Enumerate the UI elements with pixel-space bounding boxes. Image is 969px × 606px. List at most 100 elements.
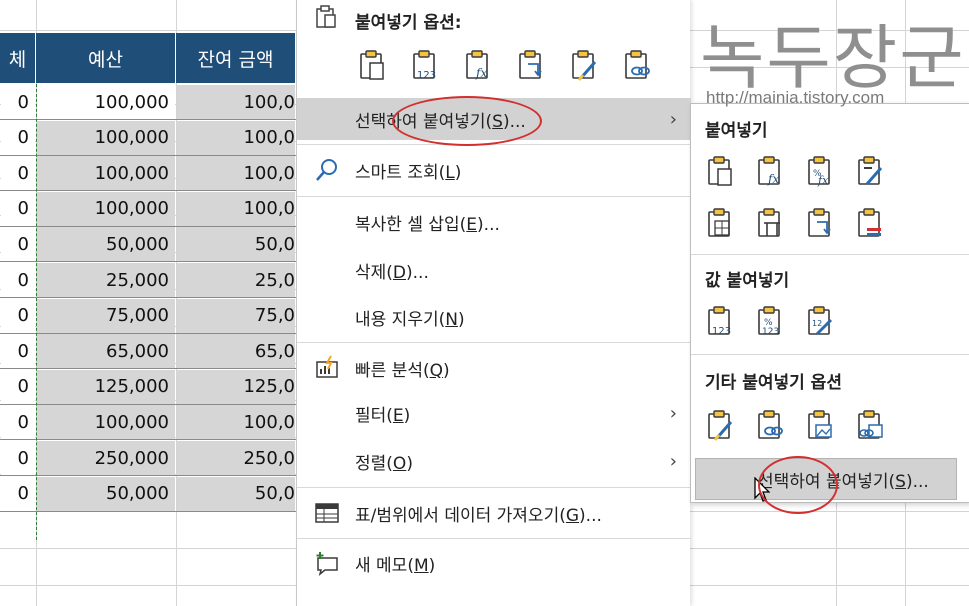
- column-header[interactable]: 체: [0, 33, 36, 83]
- paste-linked-picture-icon[interactable]: [853, 408, 887, 442]
- paste-icon[interactable]: [355, 48, 389, 82]
- cell-budget[interactable]: 75,000: [37, 298, 175, 333]
- cell-remaining[interactable]: 125,0: [177, 369, 295, 404]
- paste-no-borders-icon[interactable]: [703, 206, 737, 240]
- paste-picture-icon[interactable]: [803, 408, 837, 442]
- paste-merge-format-icon[interactable]: [853, 206, 887, 240]
- cell-budget[interactable]: 100,000: [37, 405, 175, 440]
- column-header[interactable]: 잔여 금액: [176, 33, 296, 83]
- cell-remaining[interactable]: 100,0: [177, 191, 295, 226]
- submenu-paste-row-1: fx% fx: [703, 154, 887, 188]
- paste-transpose-icon[interactable]: [514, 48, 548, 82]
- cell-remaining[interactable]: 65,0: [177, 334, 295, 369]
- paste-link-icon[interactable]: [753, 408, 787, 442]
- cell-col-a[interactable]: 0: [1, 85, 35, 119]
- cell-col-a[interactable]: 0: [1, 227, 35, 262]
- menu-item[interactable]: 새 메모(M): [297, 542, 691, 584]
- submenu-other-row: [703, 408, 887, 442]
- submenu-paste-row-2: [703, 206, 887, 240]
- svg-text:12: 12: [812, 319, 822, 328]
- menu-item-label: 복사한 셀 삽입(E)...: [355, 214, 500, 235]
- paste-icon[interactable]: [703, 154, 737, 188]
- cell-budget[interactable]: 50,000: [37, 227, 175, 262]
- svg-text:123: 123: [417, 70, 436, 81]
- submenu-other-title: 기타 붙여넣기 옵션: [705, 373, 842, 393]
- paste-link-icon[interactable]: [620, 48, 654, 82]
- paste-formatting-icon[interactable]: [567, 48, 601, 82]
- menu-item-label: 스마트 조회(L): [355, 162, 462, 183]
- cell-remaining[interactable]: 100,0: [177, 405, 295, 440]
- menu-item[interactable]: 내용 지우기(N): [297, 296, 691, 338]
- cell-col-a[interactable]: 0: [1, 156, 35, 191]
- cell-budget[interactable]: 65,000: [37, 334, 175, 369]
- cell-remaining[interactable]: 100,0: [177, 156, 295, 191]
- paste-values-source-format-icon[interactable]: 12: [803, 304, 837, 338]
- cell-col-a[interactable]: 0: [1, 441, 35, 475]
- paste-values-icon[interactable]: 123: [408, 48, 442, 82]
- cell-col-a[interactable]: 0: [1, 191, 35, 226]
- paste-formulas-number-format-icon[interactable]: % fx: [803, 154, 837, 188]
- menu-item[interactable]: 정렬(O) ›: [297, 440, 691, 482]
- menu-separator: [297, 196, 691, 197]
- menu-item-label: 빠른 분석(Q): [355, 360, 450, 381]
- submenu-separator: [691, 254, 969, 255]
- submenu-values-title: 값 붙여넣기: [705, 271, 790, 291]
- context-menu: 붙여넣기 옵션: 123 fx 선택하여 붙여넣기(S)... › 스마트 조회(L)…: [296, 0, 691, 606]
- menu-item-label: 새 메모(M): [355, 555, 436, 576]
- menu-item-label: 정렬(O): [355, 453, 413, 474]
- cell-remaining[interactable]: 100,0: [177, 85, 295, 119]
- paste-keep-column-width-icon[interactable]: [753, 206, 787, 240]
- menu-item-label: 필터(E): [355, 405, 411, 426]
- paste-options-icon: [313, 4, 339, 30]
- menu-item[interactable]: 필터(E) ›: [297, 392, 691, 434]
- cell-remaining[interactable]: 25,0: [177, 263, 295, 297]
- cell-budget[interactable]: 100,000: [37, 120, 175, 155]
- paste-formulas-icon[interactable]: fx: [461, 48, 495, 82]
- paste-keep-source-format-icon[interactable]: [853, 154, 887, 188]
- paste-values-icon[interactable]: 123: [703, 304, 737, 338]
- chevron-right-icon: ›: [669, 402, 677, 424]
- menu-item[interactable]: 빠른 분석(Q): [297, 347, 691, 389]
- paste-transpose-icon[interactable]: [803, 206, 837, 240]
- menu-item[interactable]: 복사한 셀 삽입(E)...: [297, 201, 691, 243]
- cell-budget[interactable]: 100,000: [37, 156, 175, 191]
- cell-remaining[interactable]: 250,0: [177, 441, 295, 475]
- cell-remaining[interactable]: 100,0: [177, 120, 295, 155]
- cell-col-a[interactable]: 0: [1, 120, 35, 155]
- cell-remaining[interactable]: 50,0: [177, 227, 295, 262]
- cell-col-a[interactable]: 0: [1, 334, 35, 369]
- cell-budget[interactable]: 50,000: [37, 476, 175, 511]
- cell-budget[interactable]: 100,000: [37, 191, 175, 226]
- cell-remaining[interactable]: 50,0: [177, 476, 295, 511]
- cell-budget[interactable]: 25,000: [37, 263, 175, 297]
- cell-remaining[interactable]: 75,0: [177, 298, 295, 333]
- menu-item-label: 삭제(D)...: [355, 262, 429, 283]
- cell-col-a[interactable]: 0: [1, 298, 35, 333]
- menu-item[interactable]: 삭제(D)...: [297, 249, 691, 291]
- menu-item[interactable]: 표/범위에서 데이터 가져오기(G)...: [297, 492, 691, 534]
- svg-text:fx: fx: [767, 172, 779, 186]
- cell-budget[interactable]: 125,000: [37, 369, 175, 404]
- menu-separator: [297, 538, 691, 539]
- svg-text:fx: fx: [817, 174, 829, 187]
- paste-values-number-format-icon[interactable]: % 123: [753, 304, 787, 338]
- column-header[interactable]: 예산: [36, 33, 176, 83]
- watermark-url: http://mainia.tistory.com: [706, 88, 885, 107]
- paste-options-title: 붙여넣기 옵션:: [355, 13, 462, 33]
- submenu-paste-title: 붙여넣기: [705, 121, 768, 141]
- cell-col-a[interactable]: 0: [1, 369, 35, 404]
- cell-col-a[interactable]: 0: [1, 476, 35, 511]
- cell-budget[interactable]: 100,000: [37, 85, 175, 119]
- paste-formulas-icon[interactable]: fx: [753, 154, 787, 188]
- svg-text:fx: fx: [475, 66, 487, 80]
- submenu-values-row: 123% 123 12: [703, 304, 837, 338]
- cell-budget[interactable]: 250,000: [37, 441, 175, 475]
- paste-special-submenu: 붙여넣기 fx% fx 값 붙여넣기 123% 123 12 기타 붙여넣기 옵션 선…: [690, 103, 969, 503]
- menu-item[interactable]: 스마트 조회(L): [297, 149, 691, 191]
- svg-text:123: 123: [762, 327, 779, 337]
- svg-text:123: 123: [712, 326, 731, 337]
- cell-col-a[interactable]: 0: [1, 405, 35, 440]
- paste-formatting-icon[interactable]: [703, 408, 737, 442]
- submenu-separator: [691, 354, 969, 355]
- cell-col-a[interactable]: 0: [1, 263, 35, 297]
